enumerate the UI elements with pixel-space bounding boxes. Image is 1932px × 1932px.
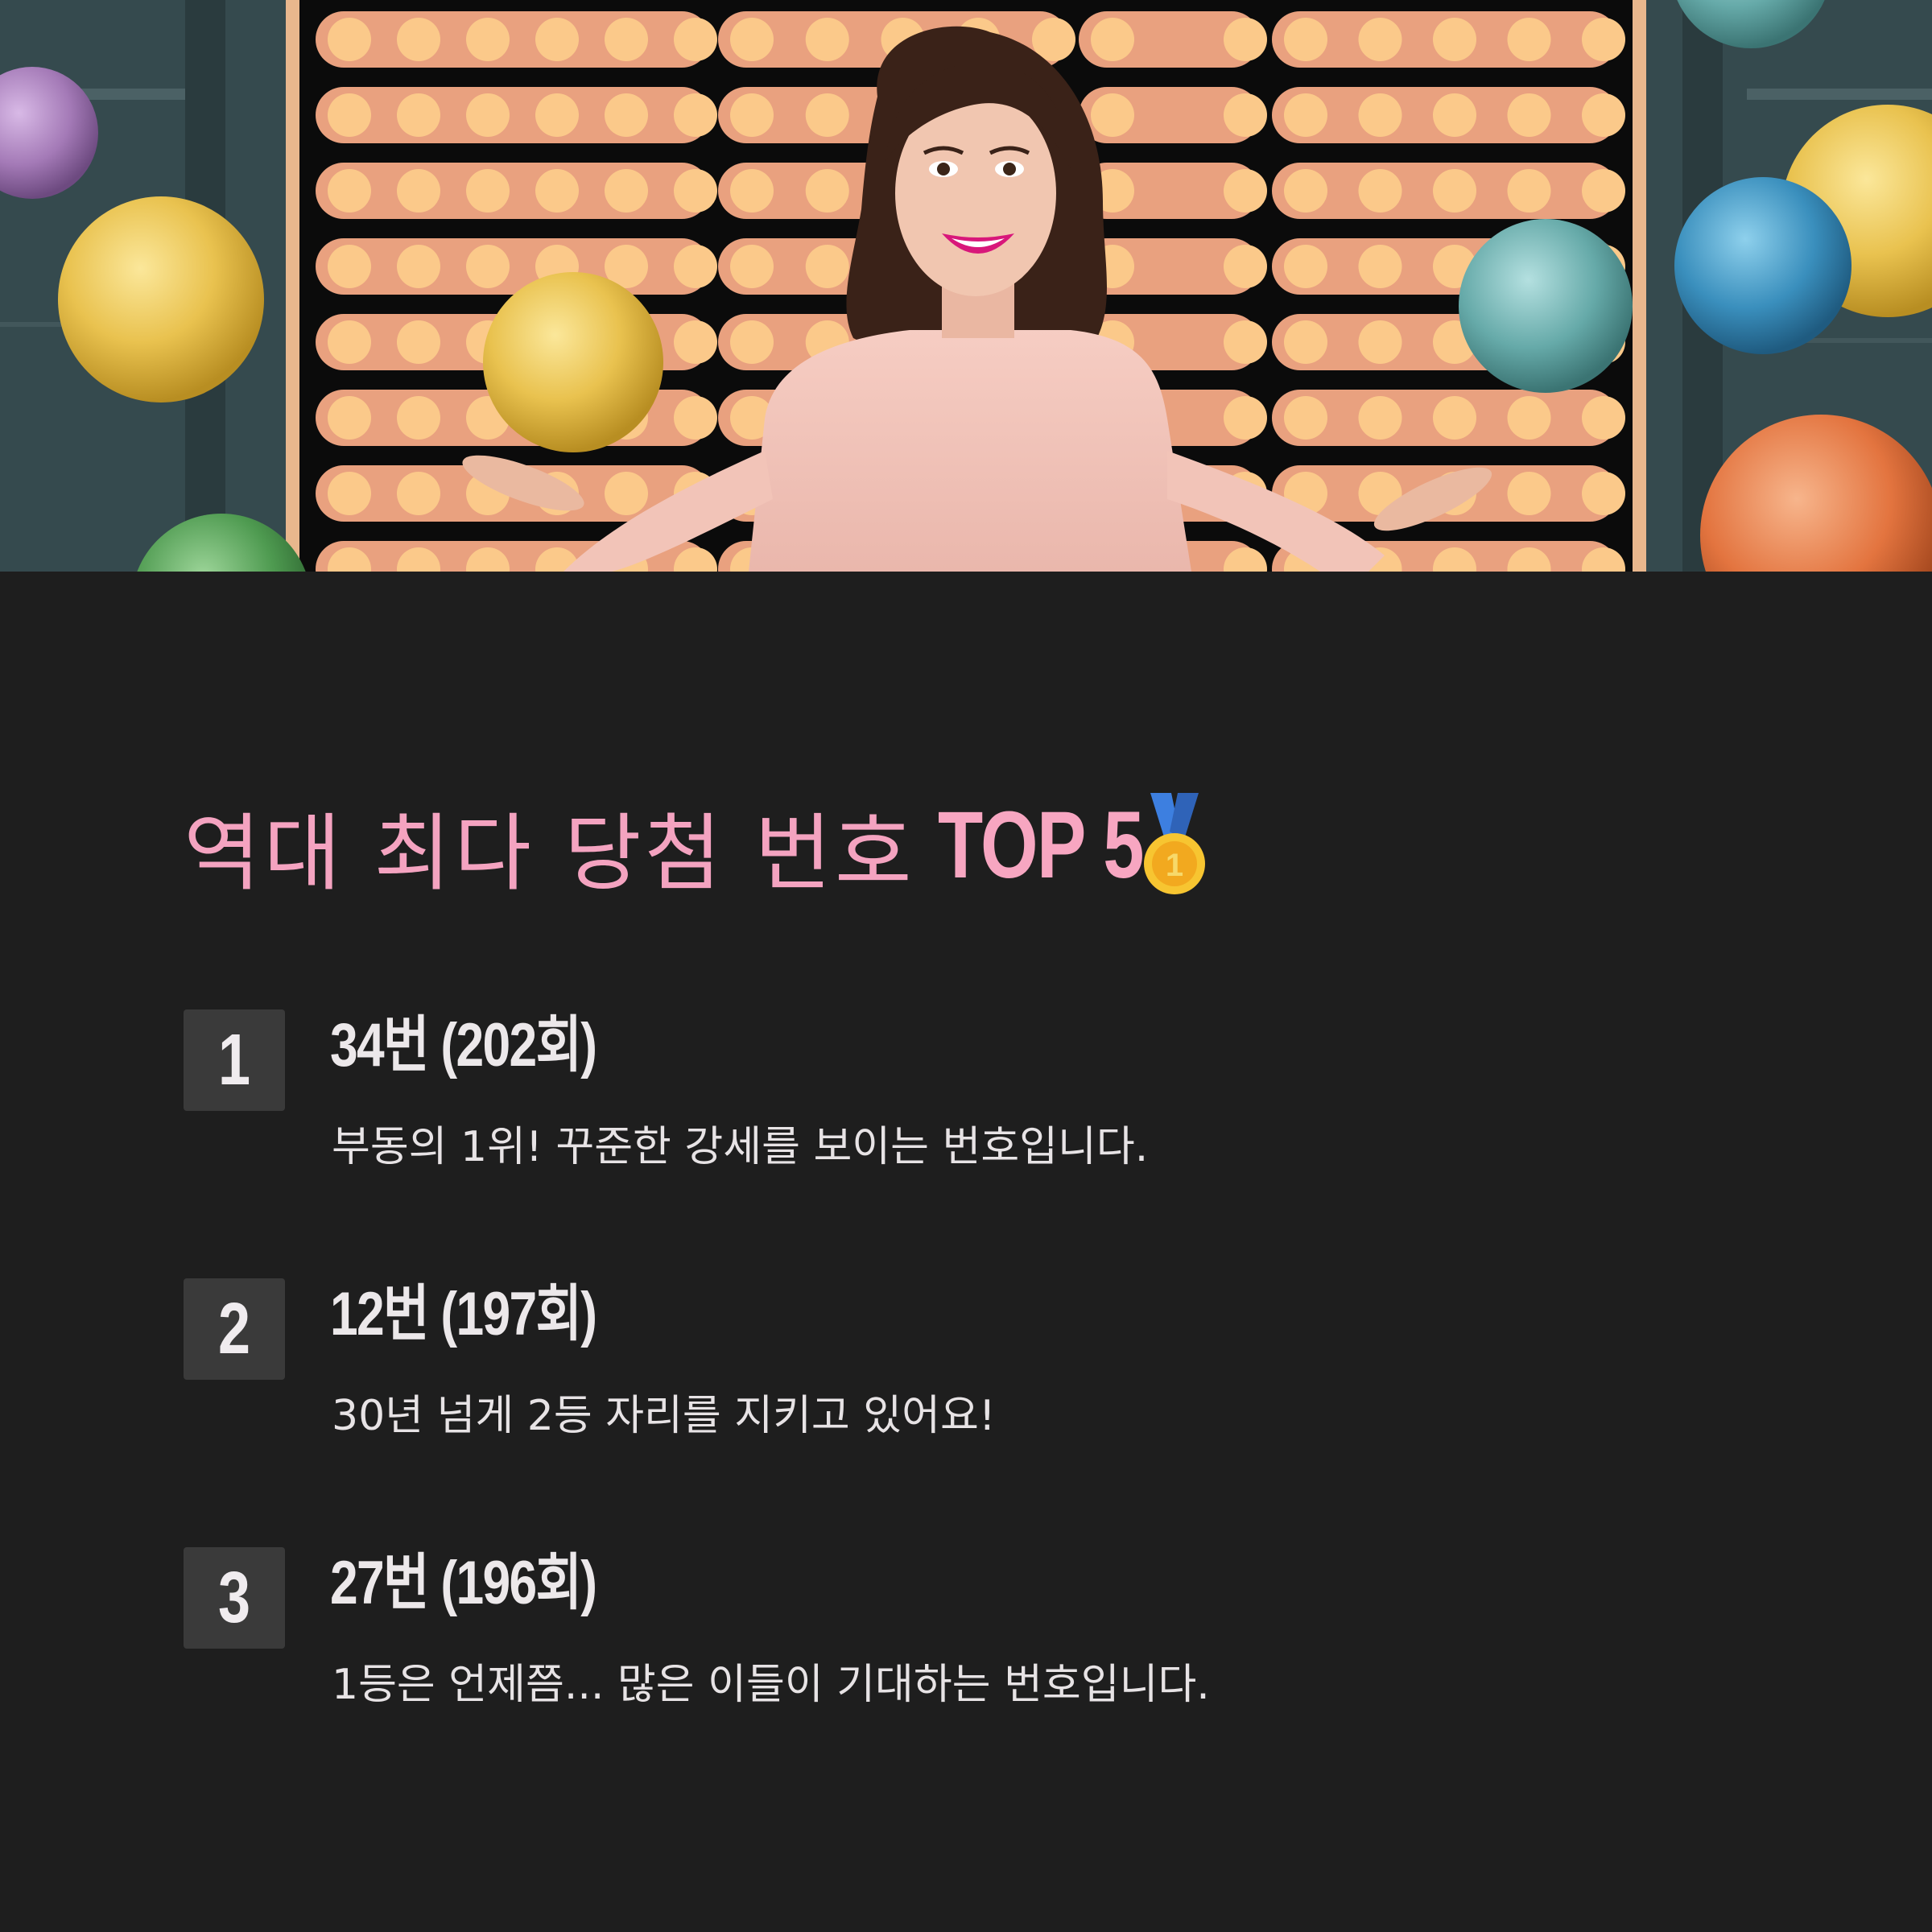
rank-badge: 2 — [184, 1278, 285, 1380]
ball-slot — [1358, 18, 1402, 61]
ball-slot — [1224, 396, 1267, 440]
ball-slot — [466, 245, 510, 288]
rank-badge: 1 — [184, 1009, 285, 1111]
ball-slot — [1091, 18, 1134, 61]
ball-slot — [1582, 472, 1625, 515]
item-description: 부동의 1위! 꾸준한 강세를 보이는 번호입니다. — [332, 1123, 1149, 1171]
ball-slot — [805, 18, 849, 61]
ball-slot — [466, 18, 510, 61]
ball-slot — [1284, 245, 1327, 288]
ball-row — [316, 238, 710, 295]
ball-slot — [1091, 93, 1134, 137]
ball-slot — [730, 18, 774, 61]
ball-slot — [1358, 320, 1402, 364]
ball-slot — [328, 18, 371, 61]
ball-slot — [674, 18, 717, 61]
ball-slot — [328, 396, 371, 440]
ball-slot — [1507, 396, 1551, 440]
ball-slot — [397, 18, 440, 61]
ball-slot — [1224, 93, 1267, 137]
ball-slot — [328, 320, 371, 364]
ball-slot — [805, 93, 849, 137]
ball-slot — [730, 245, 774, 288]
ball-slot — [805, 169, 849, 213]
ball-slot — [605, 18, 648, 61]
ball-slot — [466, 169, 510, 213]
ball-slot — [805, 245, 849, 288]
ball-slot — [1433, 18, 1476, 61]
ball-slot — [1224, 169, 1267, 213]
ball-slot — [1284, 93, 1327, 137]
ball-slot — [605, 169, 648, 213]
ball-slot — [674, 93, 717, 137]
ball-slot — [1433, 169, 1476, 213]
ball-slot — [535, 169, 579, 213]
ball-row — [316, 87, 710, 143]
ball-slot — [397, 93, 440, 137]
ball-blue-icon — [1674, 177, 1852, 354]
hero-illustration — [0, 0, 1932, 572]
ball-slot — [730, 320, 774, 364]
page: 역대 최다 당첨 번호 TOP 5 1 1 34번 (202회) 부동의 1위!… — [0, 0, 1932, 1932]
ball-slot — [397, 396, 440, 440]
ball-slot — [674, 396, 717, 440]
item-title: 34번 (202회) — [330, 1011, 597, 1080]
ball-slot — [1433, 93, 1476, 137]
ball-slot — [535, 18, 579, 61]
ball-slot — [328, 169, 371, 213]
ball-yellow-icon — [58, 196, 264, 402]
ball-slot — [1358, 93, 1402, 137]
title-accent: TOP 5 — [937, 792, 1144, 898]
ball-slot — [1507, 472, 1551, 515]
ball-slot — [1507, 169, 1551, 213]
rank-badge: 3 — [184, 1547, 285, 1649]
ball-slot — [397, 472, 440, 515]
medal-icon: 1 — [1143, 793, 1205, 894]
item-description: 1등은 언제쯤... 많은 이들이 기대하는 번호입니다. — [332, 1661, 1210, 1709]
hero-image — [0, 0, 1932, 572]
ball-slot — [328, 472, 371, 515]
ball-slot — [1224, 320, 1267, 364]
ball-slot — [466, 93, 510, 137]
ball-slot — [1358, 169, 1402, 213]
ball-slot — [730, 169, 774, 213]
ball-slot — [1358, 245, 1402, 288]
ball-slot — [397, 320, 440, 364]
ball-slot — [1284, 320, 1327, 364]
ball-slot — [328, 245, 371, 288]
title-korean: 역대 최다 당첨 번호 — [184, 803, 915, 902]
ball-slot — [605, 472, 648, 515]
item-title: 27번 (196회) — [330, 1549, 597, 1617]
ball-row — [316, 163, 710, 219]
svg-text:1: 1 — [1166, 848, 1183, 883]
ball-slot — [674, 320, 717, 364]
ball-slot — [1284, 18, 1327, 61]
ball-slot — [1358, 396, 1402, 440]
item-description: 30년 넘게 2등 자리를 지키고 있어요! — [332, 1392, 996, 1440]
ball-slot — [1582, 396, 1625, 440]
ball-slot — [674, 169, 717, 213]
page-title: 역대 최다 당첨 번호 TOP 5 1 — [184, 792, 1216, 902]
ball-slot — [674, 245, 717, 288]
ball-slot — [605, 93, 648, 137]
ball-slot — [397, 169, 440, 213]
ball-yellow-icon — [483, 272, 663, 452]
ball-slot — [1582, 169, 1625, 213]
ball-slot — [1284, 169, 1327, 213]
ball-slot — [328, 93, 371, 137]
ball-slot — [1582, 18, 1625, 61]
ball-slot — [535, 93, 579, 137]
ball-slot — [1224, 245, 1267, 288]
ball-slot — [1582, 93, 1625, 137]
ball-slot — [1224, 18, 1267, 61]
ball-row — [316, 11, 710, 68]
ball-slot — [730, 93, 774, 137]
ball-slot — [1433, 396, 1476, 440]
item-title: 12번 (197회) — [330, 1280, 597, 1348]
ball-slot — [397, 245, 440, 288]
ball-slot — [1284, 396, 1327, 440]
ball-slot — [1507, 18, 1551, 61]
ball-slot — [1507, 93, 1551, 137]
ball-teal-icon — [1459, 219, 1633, 393]
